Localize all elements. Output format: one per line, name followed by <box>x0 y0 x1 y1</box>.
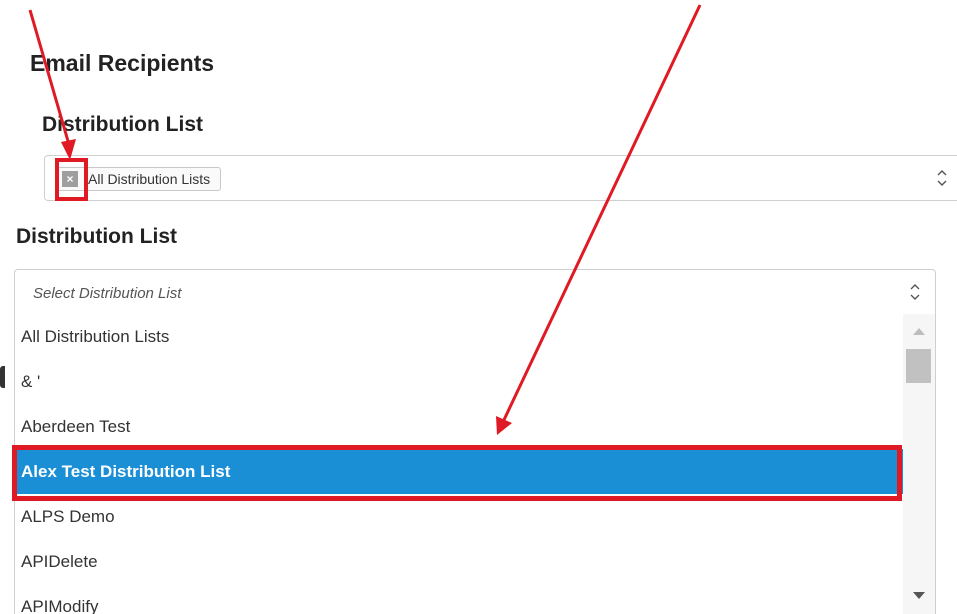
selected-chip: × All Distribution Lists <box>57 167 222 191</box>
distribution-list-label: Distribution List <box>42 113 203 136</box>
option-ampersand[interactable]: & ' <box>15 359 903 404</box>
option-all-distribution-lists[interactable]: All Distribution Lists <box>15 314 903 359</box>
dropdown-scrollbar[interactable] <box>903 314 935 614</box>
option-apidelete[interactable]: APIDelete <box>15 539 903 584</box>
distribution-list-multiselect[interactable]: × All Distribution Lists <box>44 155 957 201</box>
chevron-up-down-icon[interactable] <box>937 168 947 188</box>
chevron-up-down-icon[interactable] <box>910 282 920 302</box>
option-apimodify[interactable]: APIModify <box>15 584 903 614</box>
select-placeholder: Select Distribution List <box>33 285 182 302</box>
option-aberdeen-test[interactable]: Aberdeen Test <box>15 404 903 449</box>
chip-label: All Distribution Lists <box>88 171 211 187</box>
option-alex-test-distribution-list[interactable]: Alex Test Distribution List <box>15 449 903 494</box>
option-alps-demo[interactable]: ALPS Demo <box>15 494 903 539</box>
partial-glyph <box>0 366 5 388</box>
dropdown-list: All Distribution Lists & ' Aberdeen Test… <box>14 314 936 614</box>
close-icon[interactable]: × <box>62 171 78 187</box>
scroll-thumb[interactable] <box>906 349 931 383</box>
distribution-list-label-2: Distribution List <box>16 225 177 248</box>
scroll-up-arrow-icon[interactable] <box>913 328 925 335</box>
email-recipients-page: Email Recipients Distribution List × All… <box>0 0 957 614</box>
scroll-down-arrow-icon[interactable] <box>913 592 925 599</box>
distribution-list-select[interactable]: Select Distribution List <box>14 269 936 315</box>
section-title: Email Recipients <box>30 50 215 76</box>
